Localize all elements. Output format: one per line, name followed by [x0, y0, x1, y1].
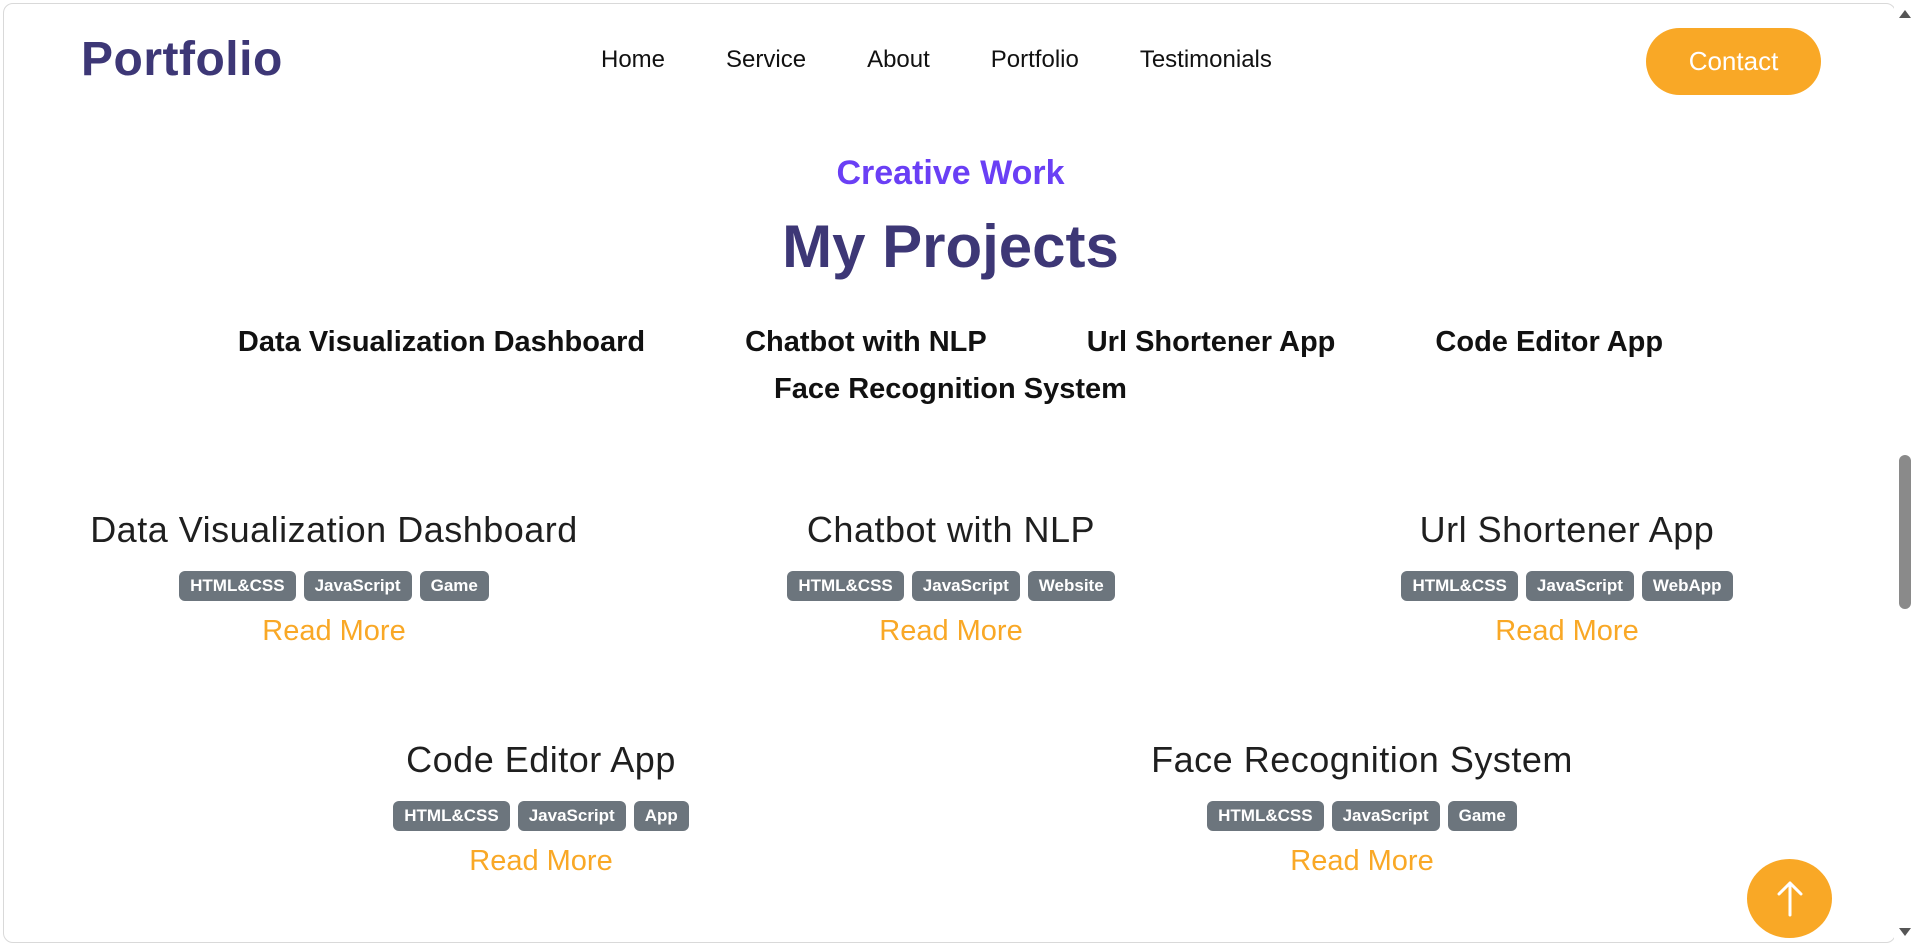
filter-url-shortener[interactable]: Url Shortener App [1087, 326, 1336, 359]
tag-badge: HTML&CSS [1207, 801, 1324, 831]
tag-badge: JavaScript [517, 801, 626, 831]
scroll-up-arrow-icon[interactable] [1899, 10, 1911, 18]
page-frame: Portfolio Home Service About Portfolio T… [3, 3, 1896, 943]
nav-testimonials[interactable]: Testimonials [1140, 46, 1272, 74]
main-nav: Home Service About Portfolio Testimonial… [601, 46, 1272, 74]
read-more-link[interactable]: Read More [1092, 845, 1632, 878]
read-more-link[interactable]: Read More [681, 615, 1221, 648]
project-tags: HTML&CSS JavaScript App [271, 801, 811, 831]
nav-service[interactable]: Service [726, 46, 806, 74]
tag-badge: HTML&CSS [179, 571, 296, 601]
tag-badge: App [633, 801, 689, 831]
project-card: Face Recognition System HTML&CSS JavaScr… [1092, 739, 1632, 878]
scrollbar-thumb[interactable] [1899, 455, 1911, 609]
tag-badge: Game [1447, 801, 1517, 831]
logo[interactable]: Portfolio [81, 32, 283, 87]
project-title: Code Editor App [406, 739, 676, 780]
scroll-to-top-button[interactable] [1747, 859, 1832, 938]
project-title: Data Visualization Dashboard [90, 509, 578, 550]
nav-about[interactable]: About [867, 46, 930, 74]
project-filters: Data Visualization Dashboard Chatbot wit… [164, 326, 1737, 406]
project-title: Url Shortener App [1419, 509, 1715, 550]
project-tags: HTML&CSS JavaScript Game [1092, 801, 1632, 831]
project-title: Chatbot with NLP [806, 509, 1096, 550]
filter-chatbot[interactable]: Chatbot with NLP [745, 326, 987, 359]
vertical-scrollbar[interactable] [1894, 0, 1918, 945]
arrow-up-icon [1777, 881, 1802, 916]
nav-home[interactable]: Home [601, 46, 665, 74]
contact-button[interactable]: Contact [1646, 28, 1821, 95]
read-more-link[interactable]: Read More [271, 845, 811, 878]
nav-portfolio[interactable]: Portfolio [991, 46, 1079, 74]
tag-badge: HTML&CSS [393, 801, 510, 831]
project-card: Chatbot with NLP HTML&CSS JavaScript Web… [681, 509, 1221, 648]
header: Portfolio Home Service About Portfolio T… [4, 4, 1897, 114]
project-tags: HTML&CSS JavaScript Website [681, 571, 1221, 601]
section-subtitle: Creative Work [836, 154, 1065, 192]
tag-badge: JavaScript [911, 571, 1020, 601]
tag-badge: JavaScript [303, 571, 412, 601]
filter-code-editor[interactable]: Code Editor App [1435, 326, 1663, 359]
filter-face-recognition[interactable]: Face Recognition System [774, 373, 1127, 406]
tag-badge: HTML&CSS [787, 571, 904, 601]
project-tags: HTML&CSS JavaScript WebApp [1297, 571, 1837, 601]
tag-badge: JavaScript [1525, 571, 1634, 601]
tag-badge: Website [1027, 571, 1115, 601]
read-more-link[interactable]: Read More [64, 615, 604, 648]
project-card: Code Editor App HTML&CSS JavaScript App … [271, 739, 811, 878]
project-title: Face Recognition System [1151, 739, 1573, 780]
tag-badge: HTML&CSS [1401, 571, 1518, 601]
read-more-link[interactable]: Read More [1297, 615, 1837, 648]
project-card: Url Shortener App HTML&CSS JavaScript We… [1297, 509, 1837, 648]
tag-badge: Game [419, 571, 489, 601]
section-title: My Projects [782, 213, 1119, 280]
tag-badge: JavaScript [1331, 801, 1440, 831]
scroll-down-arrow-icon[interactable] [1899, 928, 1911, 936]
project-tags: HTML&CSS JavaScript Game [64, 571, 604, 601]
project-card: Data Visualization Dashboard HTML&CSS Ja… [64, 509, 604, 648]
filter-data-visualization[interactable]: Data Visualization Dashboard [238, 326, 645, 359]
tag-badge: WebApp [1641, 571, 1733, 601]
